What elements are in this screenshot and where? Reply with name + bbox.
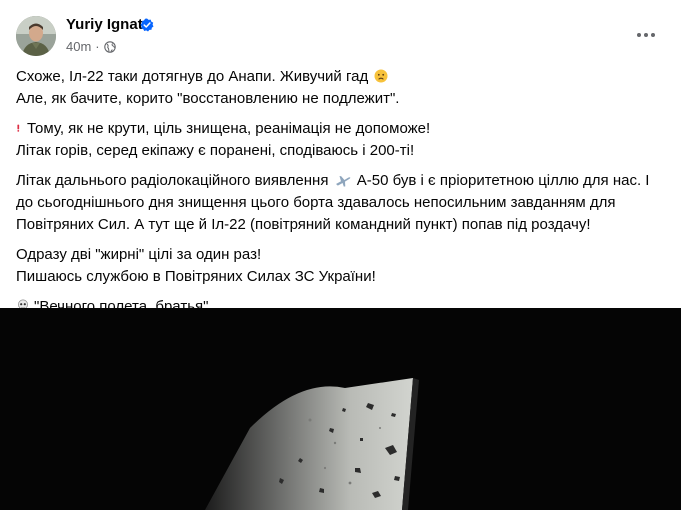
post-line: Але, як бачите, корито "восстановлению н… [16, 90, 400, 107]
more-options-button[interactable] [628, 20, 664, 50]
post-line: Повітряних Сил. А тут ще й Іл-22 (повітр… [16, 216, 591, 233]
post-line: Літак дальнього радіолокаційного виявлен… [16, 172, 329, 189]
meta-separator: · [95, 39, 100, 54]
post-header: Yuriy Ignat 40m · [0, 0, 681, 62]
post-line: до сьогоднішнього дня знищення цього бор… [16, 194, 616, 211]
post-paragraph: Схоже, Іл-22 таки дотягнув до Анапи. Жив… [16, 66, 666, 110]
post-paragraph: Тому, як не крути, ціль знищена, реаніма… [16, 118, 666, 162]
post-paragraph: Одразу дві "жирні" цілі за один раз! Пиш… [16, 244, 666, 288]
post-line: А-50 був і є пріоритетною ціллю для нас.… [356, 172, 650, 189]
post-card: Yuriy Ignat 40m · Схоже, Іл-22 таки дотя… [0, 0, 681, 510]
post-photo[interactable] [0, 308, 681, 510]
worried-face-emoji [374, 69, 388, 83]
post-line: Одразу дві "жирні" цілі за один раз! [16, 246, 262, 263]
verified-badge-icon [140, 18, 154, 32]
post-line: Тому, як не крути, ціль знищена, реаніма… [27, 120, 431, 137]
author-avatar[interactable] [16, 16, 56, 56]
post-paragraph: Літак дальнього радіолокаційного виявлен… [16, 170, 666, 236]
post-line: Літак горів, серед екіпажу є поранені, с… [16, 142, 415, 159]
red-exclamation-emoji [17, 124, 20, 132]
post-timestamp[interactable]: 40m [66, 38, 91, 56]
more-horizontal-icon [637, 33, 655, 37]
post-body: Схоже, Іл-22 таки дотягнув до Анапи. Жив… [16, 66, 666, 326]
globe-icon [103, 41, 116, 53]
post-line: Пишаюсь службою в Повітряних Силах ЗС Ук… [16, 268, 376, 285]
author-name[interactable]: Yuriy Ignat [66, 15, 143, 35]
aircraft-damage-photo [0, 308, 681, 510]
airplane-emoji [335, 176, 350, 187]
post-line: Схоже, Іл-22 таки дотягнув до Анапи. Жив… [16, 68, 369, 85]
post-meta: 40m · [66, 38, 116, 56]
